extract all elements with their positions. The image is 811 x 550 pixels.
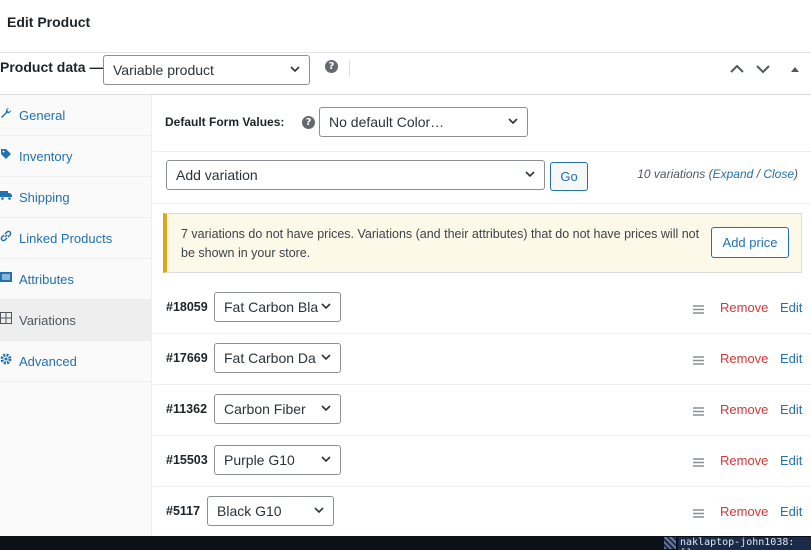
tag-icon xyxy=(1,149,11,159)
page-title: Edit Product xyxy=(7,14,91,30)
variation-row[interactable]: #15503 Purple G10 Remove Edit xyxy=(153,436,811,487)
chevron-down-icon xyxy=(321,405,331,412)
divider xyxy=(153,151,811,152)
variation-row[interactable]: #11362 Carbon Fiber Remove Edit xyxy=(153,385,811,436)
product-data-label: Product data — xyxy=(0,59,104,75)
variation-row[interactable]: #5117 Black G10 Remove Edit xyxy=(153,487,811,538)
terminal-hostname: naklaptop-john1038: [] xyxy=(678,537,811,550)
variation-id: #5117 xyxy=(166,504,201,518)
chevron-down-icon xyxy=(525,171,535,178)
missing-prices-notice: 7 variations do not have prices. Variati… xyxy=(163,213,802,273)
variation-attribute-select[interactable]: Purple G10 xyxy=(214,445,341,475)
help-icon[interactable]: ? xyxy=(325,60,338,73)
grip-icon xyxy=(664,537,676,549)
truck-icon xyxy=(0,191,12,200)
divider xyxy=(153,203,811,204)
chevron-down-icon xyxy=(508,118,518,125)
edit-link[interactable]: Edit xyxy=(780,300,802,315)
link-icon xyxy=(0,230,12,242)
tab-label: Variations xyxy=(19,313,76,328)
notice-message: 7 variations do not have prices. Variati… xyxy=(181,227,700,260)
default-form-label: Default Form Values: xyxy=(165,115,285,129)
variation-attribute-value: Fat Carbon Bla xyxy=(224,299,318,315)
variation-attribute-value: Purple G10 xyxy=(224,452,295,468)
tab-label: Shipping xyxy=(19,190,70,205)
drag-handle-icon[interactable] xyxy=(693,305,704,314)
add-price-button[interactable]: Add price xyxy=(711,227,789,258)
tab-linked-products[interactable]: Linked Products xyxy=(0,218,152,259)
terminal-status-bar: naklaptop-john1038: [] xyxy=(0,536,811,550)
tab-advanced[interactable]: Advanced xyxy=(0,341,152,382)
tab-variations[interactable]: Variations xyxy=(0,300,152,341)
drag-handle-icon[interactable] xyxy=(693,407,704,416)
edit-link[interactable]: Edit xyxy=(780,351,802,366)
close-link[interactable]: Close xyxy=(763,167,794,181)
variation-attribute-value: Black G10 xyxy=(217,503,282,519)
divider xyxy=(349,61,350,77)
expand-link[interactable]: Expand xyxy=(713,167,754,181)
edit-link[interactable]: Edit xyxy=(780,504,802,519)
gear-icon xyxy=(0,353,12,365)
remove-link[interactable]: Remove xyxy=(720,453,768,468)
tab-general[interactable]: General xyxy=(0,95,152,136)
variation-attribute-select[interactable]: Fat Carbon Bla xyxy=(214,292,341,322)
remove-link[interactable]: Remove xyxy=(720,504,768,519)
chevron-down-icon xyxy=(314,507,324,514)
variation-id: #15503 xyxy=(166,453,208,467)
remove-link[interactable]: Remove xyxy=(720,351,768,366)
chevron-down-icon xyxy=(321,303,331,310)
remove-link[interactable]: Remove xyxy=(720,402,768,417)
variation-attribute-select[interactable]: Fat Carbon Da xyxy=(214,343,341,373)
wrench-icon xyxy=(1,107,12,118)
variation-count: 10 variations (Expand / Close) xyxy=(637,167,798,181)
variation-attribute-select[interactable]: Carbon Fiber xyxy=(214,394,341,424)
help-icon[interactable]: ? xyxy=(302,116,315,129)
tab-label: Attributes xyxy=(19,272,74,287)
move-down-icon[interactable] xyxy=(755,62,771,76)
tab-label: Inventory xyxy=(19,149,73,164)
tab-label: Linked Products xyxy=(19,231,113,246)
variation-row[interactable]: #18059 Fat Carbon Bla Remove Edit xyxy=(153,283,811,334)
go-button[interactable]: Go xyxy=(550,162,588,191)
tab-label: General xyxy=(19,108,66,123)
collapse-toggle-icon[interactable] xyxy=(787,62,803,76)
product-data-tabs: General Inventory Shipping Linked Produc… xyxy=(0,95,152,537)
top-bar: Edit Product xyxy=(0,0,811,52)
variation-attribute-value: Carbon Fiber xyxy=(224,401,306,417)
product-type-value: Variable product xyxy=(113,62,214,78)
edit-link[interactable]: Edit xyxy=(780,402,802,417)
variation-attribute-select[interactable]: Black G10 xyxy=(207,496,334,526)
grid-icon xyxy=(0,312,12,324)
list-icon xyxy=(0,272,12,282)
drag-handle-icon[interactable] xyxy=(693,356,704,365)
add-variation-value: Add variation xyxy=(176,167,258,183)
chevron-down-icon xyxy=(290,66,300,73)
tab-shipping[interactable]: Shipping xyxy=(0,177,152,218)
variation-attribute-value: Fat Carbon Da xyxy=(224,350,316,366)
product-type-select[interactable]: Variable product xyxy=(103,55,310,85)
product-data-header: Product data — Variable product ? xyxy=(0,53,811,95)
default-color-select[interactable]: No default Color… xyxy=(319,107,528,137)
chevron-down-icon xyxy=(321,354,331,361)
variation-row[interactable]: #17669 Fat Carbon Da Remove Edit xyxy=(153,334,811,385)
drag-handle-icon[interactable] xyxy=(693,509,704,518)
tab-label: Advanced xyxy=(19,354,77,369)
tab-attributes[interactable]: Attributes xyxy=(0,259,152,300)
variation-id: #17669 xyxy=(166,351,208,365)
chevron-down-icon xyxy=(321,456,331,463)
edit-link[interactable]: Edit xyxy=(780,453,802,468)
variation-id: #18059 xyxy=(166,300,208,314)
product-data-panel: Product data — Variable product ? Genera… xyxy=(0,52,811,537)
add-variation-select[interactable]: Add variation xyxy=(166,160,545,190)
drag-handle-icon[interactable] xyxy=(693,458,704,467)
tab-inventory[interactable]: Inventory xyxy=(0,136,152,177)
variations-panel: Default Form Values: ? No default Color…… xyxy=(153,95,811,537)
move-up-icon[interactable] xyxy=(729,62,745,76)
variation-id: #11362 xyxy=(166,402,208,416)
default-color-value: No default Color… xyxy=(329,114,445,130)
remove-link[interactable]: Remove xyxy=(720,300,768,315)
